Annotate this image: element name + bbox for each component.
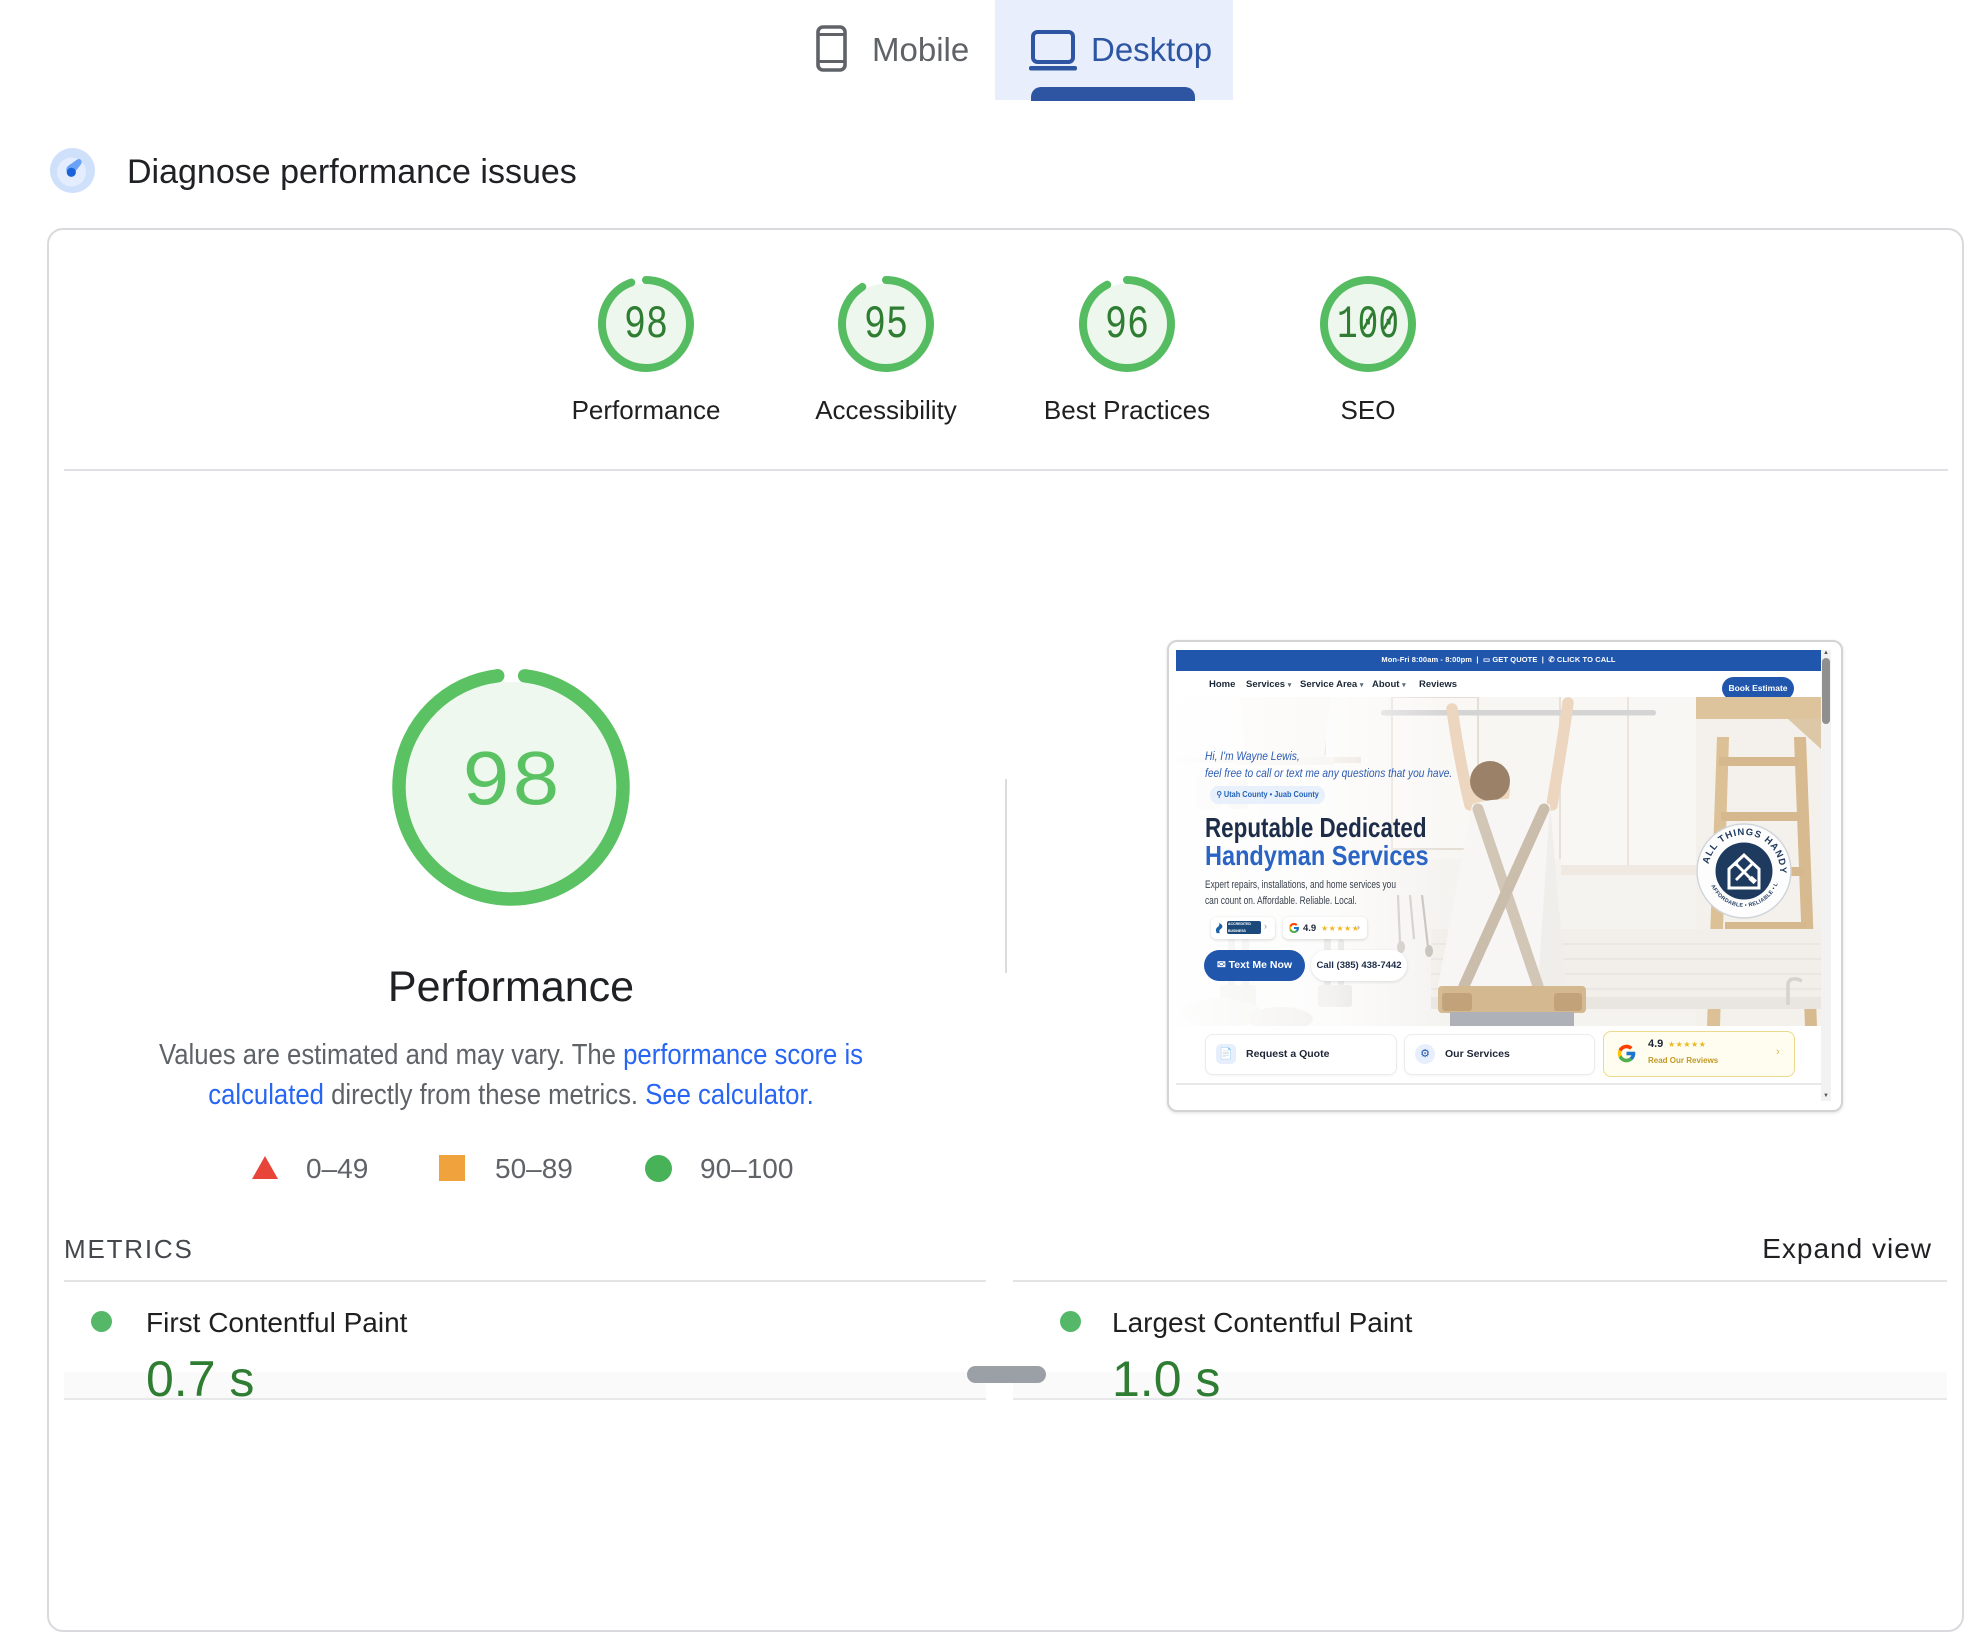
- svg-text:98: 98: [461, 738, 561, 828]
- svg-text:100: 100: [1337, 299, 1399, 351]
- svg-text:98: 98: [624, 299, 668, 351]
- svg-text:95: 95: [864, 299, 908, 351]
- svg-text:96: 96: [1105, 299, 1149, 351]
